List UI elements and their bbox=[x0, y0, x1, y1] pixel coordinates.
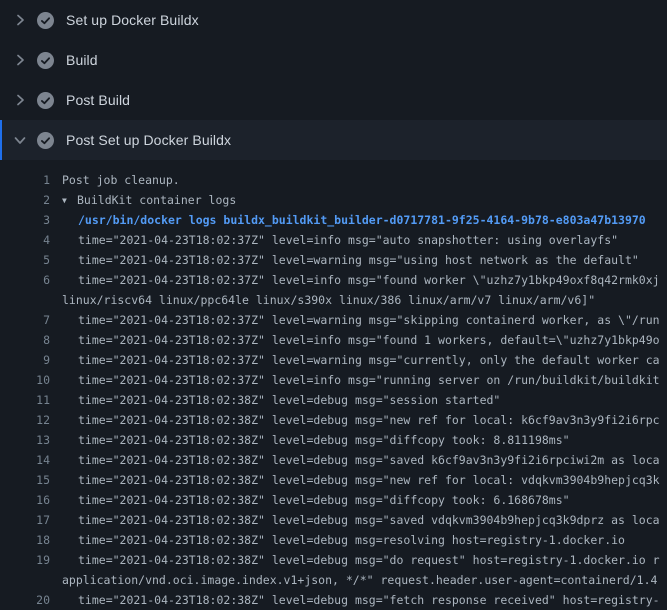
log-line-number[interactable]: 7 bbox=[0, 310, 50, 330]
log-line-number[interactable]: 16 bbox=[0, 490, 50, 510]
log-line-text: time="2021-04-23T18:02:37Z" level=warnin… bbox=[78, 310, 660, 330]
step-title: Post Set up Docker Buildx bbox=[66, 132, 231, 148]
log-line-text: application/vnd.oci.image.index.v1+json,… bbox=[62, 570, 657, 590]
log-line-number[interactable]: 20 bbox=[0, 590, 50, 610]
check-circle-icon bbox=[37, 132, 54, 149]
log-line: 18 time="2021-04-23T18:02:38Z" level=deb… bbox=[0, 530, 667, 550]
log-line: 16 time="2021-04-23T18:02:38Z" level=deb… bbox=[0, 490, 667, 510]
log-line-number[interactable]: 12 bbox=[0, 410, 50, 430]
log-line-text: time="2021-04-23T18:02:38Z" level=debug … bbox=[78, 470, 660, 490]
log-line: 6 time="2021-04-23T18:02:37Z" level=info… bbox=[0, 270, 667, 290]
log-line-text: linux/riscv64 linux/ppc64le linux/s390x … bbox=[62, 290, 595, 310]
log-line-text: time="2021-04-23T18:02:38Z" level=debug … bbox=[78, 530, 625, 550]
log-line-text: time="2021-04-23T18:02:38Z" level=debug … bbox=[78, 410, 660, 430]
log-line-number[interactable]: 18 bbox=[0, 530, 50, 550]
log-line-number[interactable]: 15 bbox=[0, 470, 50, 490]
log-line: 19 time="2021-04-23T18:02:38Z" level=deb… bbox=[0, 550, 667, 570]
log-line-text: Post job cleanup. bbox=[62, 170, 180, 190]
log-area: 1 Post job cleanup. 2 ▼BuildKit containe… bbox=[0, 160, 667, 610]
log-line: 13 time="2021-04-23T18:02:38Z" level=deb… bbox=[0, 430, 667, 450]
log-line: 8 time="2021-04-23T18:02:37Z" level=info… bbox=[0, 330, 667, 350]
log-line-number[interactable]: 17 bbox=[0, 510, 50, 530]
log-line: 5 time="2021-04-23T18:02:37Z" level=warn… bbox=[0, 250, 667, 270]
step-title: Set up Docker Buildx bbox=[66, 12, 199, 28]
log-line: 12 time="2021-04-23T18:02:38Z" level=deb… bbox=[0, 410, 667, 430]
log-line-number[interactable]: 11 bbox=[0, 390, 50, 410]
log-line-number[interactable]: 14 bbox=[0, 450, 50, 470]
log-line-text: time="2021-04-23T18:02:37Z" level=warnin… bbox=[78, 250, 639, 270]
step-row-3[interactable]: Post Set up Docker Buildx bbox=[0, 120, 667, 160]
log-group-title: BuildKit container logs bbox=[77, 193, 236, 207]
step-title: Post Build bbox=[66, 92, 130, 108]
log-line-number[interactable]: 3 bbox=[0, 210, 50, 230]
caret-down-icon[interactable]: ▼ bbox=[62, 191, 77, 210]
log-line: 11 time="2021-04-23T18:02:38Z" level=deb… bbox=[0, 390, 667, 410]
log-line-text: time="2021-04-23T18:02:38Z" level=debug … bbox=[78, 510, 660, 530]
log-line: 10 time="2021-04-23T18:02:37Z" level=inf… bbox=[0, 370, 667, 390]
log-line: 9 time="2021-04-23T18:02:37Z" level=warn… bbox=[0, 350, 667, 370]
command-line-text: /usr/bin/docker logs buildx_buildkit_bui… bbox=[78, 210, 646, 230]
log-line: 2 ▼BuildKit container logs bbox=[0, 190, 667, 210]
log-line: 3 /usr/bin/docker logs buildx_buildkit_b… bbox=[0, 210, 667, 230]
log-line: 14 time="2021-04-23T18:02:38Z" level=deb… bbox=[0, 450, 667, 470]
log-line: 17 time="2021-04-23T18:02:38Z" level=deb… bbox=[0, 510, 667, 530]
log-line-text: time="2021-04-23T18:02:37Z" level=info m… bbox=[78, 270, 660, 290]
log-line: application/vnd.oci.image.index.v1+json,… bbox=[0, 570, 667, 590]
log-line-number[interactable]: 19 bbox=[0, 550, 50, 570]
log-line-text: time="2021-04-23T18:02:38Z" level=debug … bbox=[78, 590, 660, 610]
log-line-text: time="2021-04-23T18:02:38Z" level=debug … bbox=[78, 450, 660, 470]
log-line-number[interactable]: 4 bbox=[0, 230, 50, 250]
step-row-1[interactable]: Build bbox=[0, 40, 667, 80]
log-line-text: time="2021-04-23T18:02:38Z" level=debug … bbox=[78, 550, 660, 570]
check-circle-icon bbox=[37, 92, 54, 109]
step-row-0[interactable]: Set up Docker Buildx bbox=[0, 0, 667, 40]
log-line-number[interactable]: 1 bbox=[0, 170, 50, 190]
log-line-number[interactable]: 2 bbox=[0, 190, 50, 210]
log-line-text: time="2021-04-23T18:02:38Z" level=debug … bbox=[78, 490, 570, 510]
log-line-number[interactable]: 9 bbox=[0, 350, 50, 370]
log-line-number bbox=[0, 290, 50, 310]
log-line-text: time="2021-04-23T18:02:38Z" level=debug … bbox=[78, 430, 570, 450]
log-line-number[interactable]: 8 bbox=[0, 330, 50, 350]
log-line-text: time="2021-04-23T18:02:38Z" level=debug … bbox=[78, 390, 500, 410]
chevron-right-icon bbox=[12, 52, 28, 68]
check-circle-icon bbox=[37, 12, 54, 29]
log-line: 15 time="2021-04-23T18:02:38Z" level=deb… bbox=[0, 470, 667, 490]
chevron-right-icon bbox=[12, 92, 28, 108]
log-line-number bbox=[0, 570, 50, 590]
log-line-text: time="2021-04-23T18:02:37Z" level=info m… bbox=[78, 370, 660, 390]
chevron-down-icon bbox=[12, 132, 28, 148]
step-row-2[interactable]: Post Build bbox=[0, 80, 667, 120]
log-line-text: time="2021-04-23T18:02:37Z" level=info m… bbox=[78, 230, 618, 250]
log-line: linux/riscv64 linux/ppc64le linux/s390x … bbox=[0, 290, 667, 310]
log-line-text: time="2021-04-23T18:02:37Z" level=warnin… bbox=[78, 350, 660, 370]
log-line: 4 time="2021-04-23T18:02:37Z" level=info… bbox=[0, 230, 667, 250]
log-line-number[interactable]: 13 bbox=[0, 430, 50, 450]
step-title: Build bbox=[66, 52, 98, 68]
log-line-number[interactable]: 5 bbox=[0, 250, 50, 270]
log-line: 7 time="2021-04-23T18:02:37Z" level=warn… bbox=[0, 310, 667, 330]
log-line-text: ▼BuildKit container logs bbox=[62, 190, 236, 210]
log-line-number[interactable]: 6 bbox=[0, 270, 50, 290]
log-line: 20 time="2021-04-23T18:02:38Z" level=deb… bbox=[0, 590, 667, 610]
log-line-text: time="2021-04-23T18:02:37Z" level=info m… bbox=[78, 330, 660, 350]
log-line-number[interactable]: 10 bbox=[0, 370, 50, 390]
chevron-right-icon bbox=[12, 12, 28, 28]
check-circle-icon bbox=[37, 52, 54, 69]
step-list: Set up Docker Buildx Build Post Build Po… bbox=[0, 0, 667, 160]
log-line: 1 Post job cleanup. bbox=[0, 170, 667, 190]
